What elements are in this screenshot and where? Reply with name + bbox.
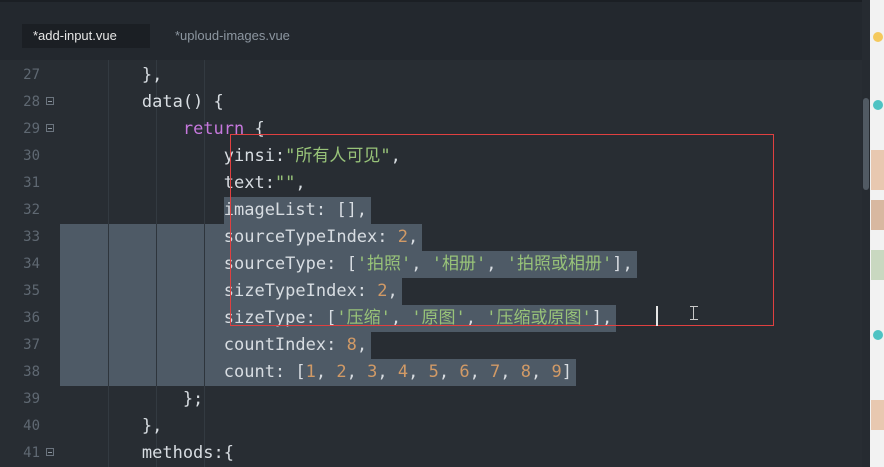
- panel-status-icon: [873, 32, 883, 42]
- line-number: 38: [23, 364, 40, 380]
- line-number: 34: [23, 256, 40, 272]
- gutter-line: 35: [0, 278, 60, 305]
- panel-thumbnail: [871, 250, 884, 280]
- code-line[interactable]: methods:{: [60, 440, 234, 467]
- panel-thumbnail: [871, 200, 884, 230]
- code-token: 5: [428, 362, 439, 382]
- code-token: 1: [305, 362, 316, 382]
- code-token: countIndex:: [60, 335, 347, 355]
- code-line[interactable]: count: [1, 2, 3, 4, 5, 6, 7, 8, 9]: [60, 359, 572, 386]
- code-token: data() {: [60, 92, 224, 112]
- code-token: ,: [346, 362, 368, 382]
- line-number: 40: [23, 418, 40, 434]
- code-token: ,: [408, 362, 429, 382]
- code-token: ]: [561, 362, 573, 382]
- vertical-scrollbar[interactable]: [862, 0, 870, 467]
- tab-uploud-images[interactable]: *uploud-images.vue: [164, 24, 314, 48]
- code-line[interactable]: countIndex: 8,: [60, 332, 367, 359]
- highlight-box: [230, 134, 774, 326]
- code-token: ,: [315, 362, 337, 382]
- code-line[interactable]: };: [60, 386, 203, 413]
- code-token: },: [60, 65, 163, 85]
- line-number: 30: [23, 148, 40, 164]
- code-token: count: [: [60, 362, 306, 382]
- code-token: 7: [490, 362, 501, 382]
- line-number: 37: [23, 337, 40, 353]
- code-line[interactable]: data() {: [60, 89, 224, 116]
- code-token: ,: [438, 362, 460, 382]
- gutter-line: 41: [0, 440, 60, 467]
- code-line[interactable]: },: [60, 413, 162, 440]
- tab-bar: *add-input.vue *uploud-images.vue: [0, 0, 870, 54]
- code-token: };: [60, 389, 204, 409]
- code-line[interactable]: },: [60, 62, 162, 89]
- line-number: 41: [23, 445, 40, 461]
- line-number: 36: [23, 310, 40, 326]
- gutter-line: 33: [0, 224, 60, 251]
- text-caret: [656, 306, 658, 326]
- panel-thumbnail: [871, 150, 884, 190]
- fold-toggle-icon[interactable]: [46, 124, 54, 132]
- gutter-line: 29: [0, 116, 60, 143]
- fold-toggle-icon[interactable]: [46, 97, 54, 105]
- code-token: 6: [459, 362, 470, 382]
- code-token: 4: [397, 362, 409, 382]
- code-token: methods:{: [60, 443, 234, 463]
- gutter-line: 36: [0, 305, 60, 332]
- gutter-line: 34: [0, 251, 60, 278]
- fold-toggle-icon[interactable]: [46, 448, 54, 456]
- side-panel-edge: [870, 0, 884, 467]
- line-number: 33: [23, 229, 40, 245]
- line-number: 29: [23, 121, 40, 137]
- gutter-line: 38: [0, 359, 60, 386]
- code-token: ,: [356, 335, 368, 355]
- code-token: ,: [469, 362, 491, 382]
- panel-avatar-icon: [873, 100, 883, 110]
- gutter-line: 27: [0, 62, 60, 89]
- ibeam-cursor-icon: [690, 306, 701, 320]
- line-number: 39: [23, 391, 40, 407]
- line-number: 28: [23, 94, 40, 110]
- panel-avatar-icon: [873, 330, 883, 340]
- line-number: 27: [23, 67, 40, 83]
- gutter-line: 39: [0, 386, 60, 413]
- code-token: 2: [336, 362, 347, 382]
- code-token: 8: [520, 362, 532, 382]
- line-number: 35: [23, 283, 40, 299]
- gutter-line: 30: [0, 143, 60, 170]
- line-number: 32: [23, 202, 40, 218]
- code-token: 9: [551, 362, 562, 382]
- code-token: 8: [346, 335, 357, 355]
- panel-thumbnail: [871, 400, 884, 430]
- code-token: ,: [500, 362, 521, 382]
- gutter-line: 31: [0, 170, 60, 197]
- gutter-line: 40: [0, 413, 60, 440]
- code-token: ,: [531, 362, 552, 382]
- gutter-line: 32: [0, 197, 60, 224]
- code-token: },: [60, 416, 163, 436]
- gutter-line: 37: [0, 332, 60, 359]
- scrollbar-thumb[interactable]: [863, 98, 869, 190]
- code-token: 3: [367, 362, 378, 382]
- gutter-line: 28: [0, 89, 60, 116]
- tab-add-input[interactable]: *add-input.vue: [22, 24, 150, 48]
- line-number: 31: [23, 175, 40, 191]
- code-token: ,: [377, 362, 398, 382]
